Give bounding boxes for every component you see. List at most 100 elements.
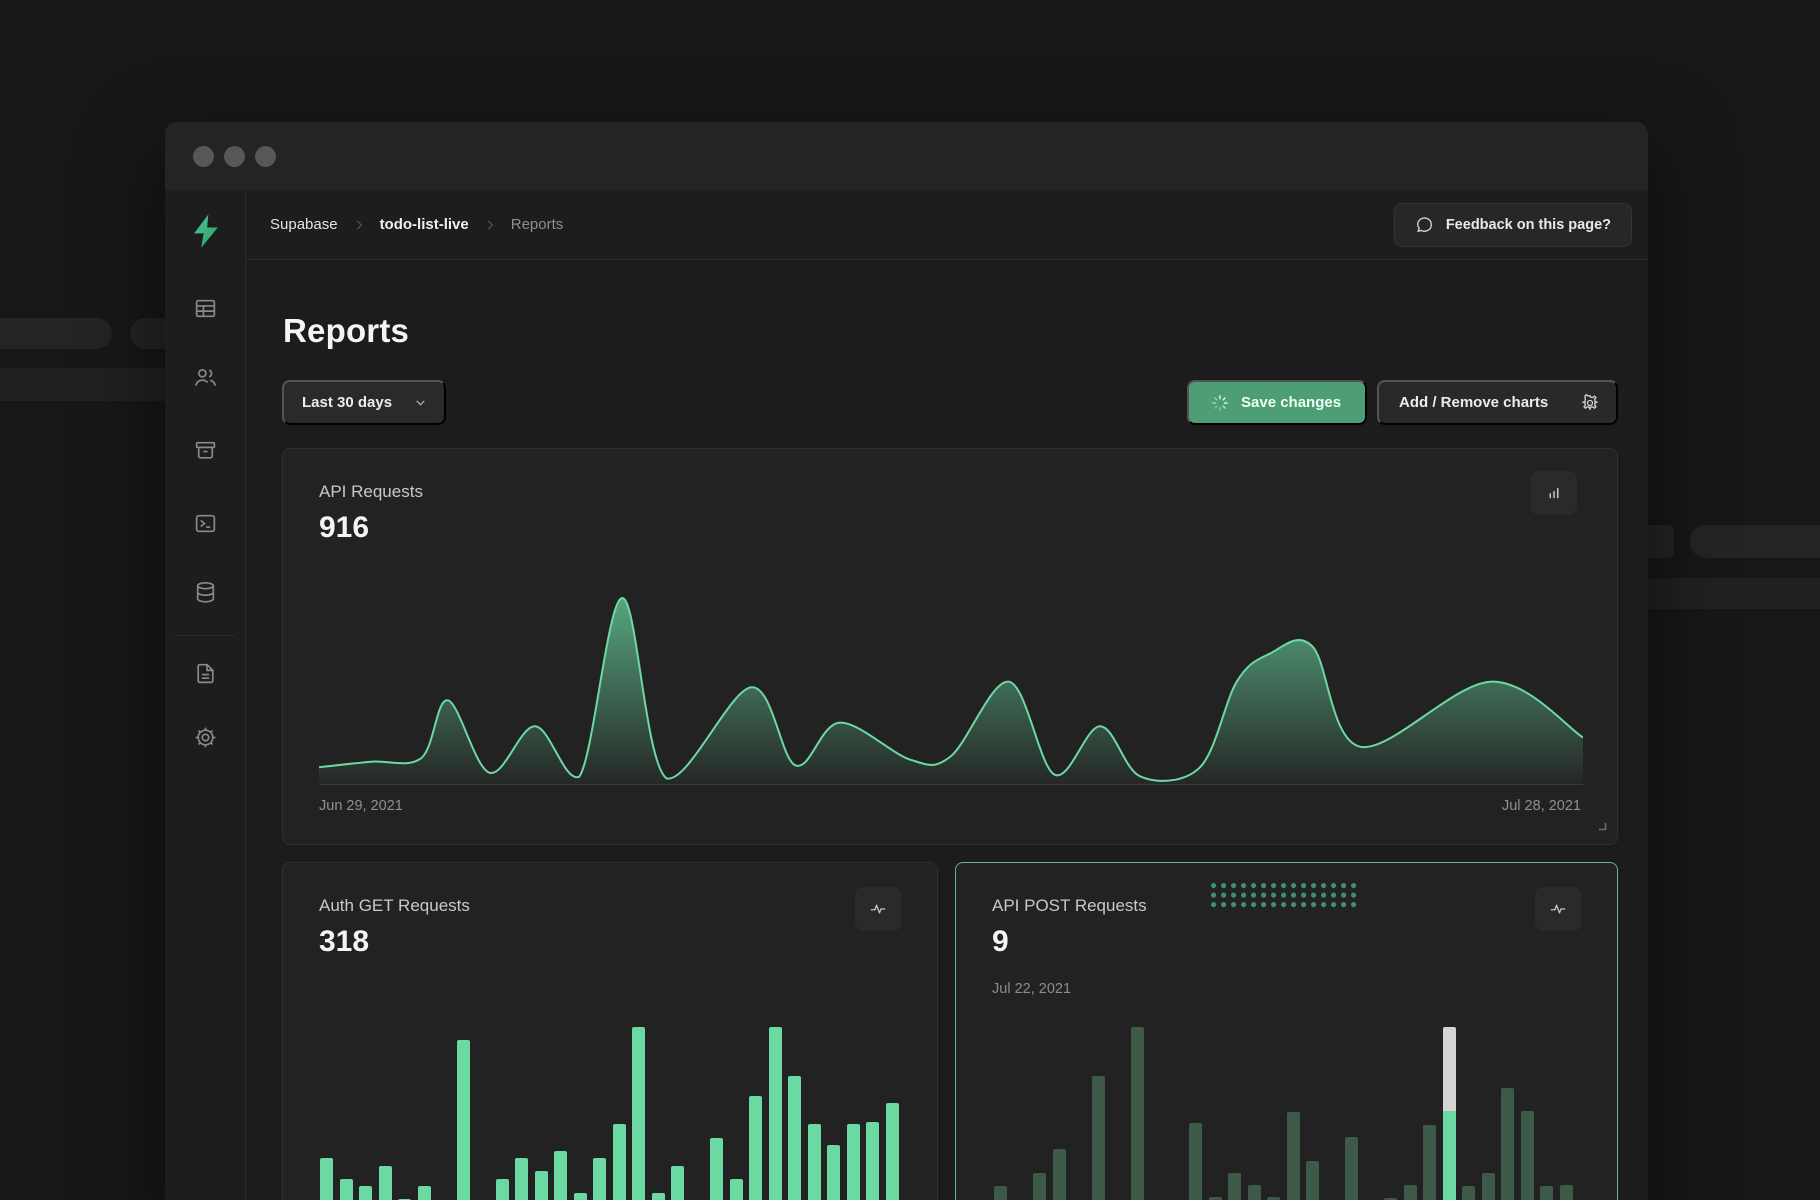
save-changes-label: Save changes [1241,394,1341,411]
bar [340,1179,353,1200]
card-auth-get-requests: Auth GET Requests 318 [282,862,938,1200]
chevron-down-icon [413,395,428,410]
bar [1423,1125,1436,1200]
chart-type-line-button[interactable] [1535,887,1581,931]
card-title: Auth GET Requests [319,896,470,916]
supabase-logo-icon[interactable] [187,212,225,250]
bar [1306,1161,1319,1200]
bg-skeleton-band [0,368,165,401]
bar [671,1166,684,1200]
bar [1287,1112,1300,1200]
bar [1462,1186,1475,1200]
card-title: API Requests [319,482,423,502]
card-api-post-requests: API POST Requests 9 Jul 22, 2021 [955,862,1618,1200]
bar [769,1027,782,1200]
feedback-button[interactable]: Feedback on this page? [1394,203,1632,247]
end-date-label: Jul 28, 2021 [1502,798,1581,814]
loader-spinner-icon [1211,394,1229,412]
bar [827,1145,840,1200]
bar [788,1076,801,1200]
bar [515,1158,528,1200]
bar [1053,1149,1066,1200]
window-control-minimize[interactable] [224,146,245,167]
sidebar-item-auth[interactable] [165,353,245,401]
bar [320,1158,333,1200]
bar [1033,1173,1046,1200]
save-changes-button[interactable]: Save changes [1187,380,1367,425]
date-range-dropdown[interactable]: Last 30 days [282,380,446,425]
bar [1521,1111,1534,1200]
bar [866,1122,879,1200]
bar [379,1166,392,1200]
window-control-close[interactable] [193,146,214,167]
bar-selected-green [1443,1111,1456,1200]
sidebar [165,190,246,1200]
bar [1228,1173,1241,1200]
bar [359,1186,372,1200]
sidebar-item-sql-editor[interactable] [165,499,245,547]
bar [1501,1088,1514,1200]
resize-handle-icon[interactable] [1596,818,1607,836]
bar [994,1186,1007,1200]
date-range-label: Last 30 days [302,394,392,411]
sidebar-item-table-editor[interactable] [165,284,245,332]
bar [886,1103,899,1200]
breadcrumb: Supabase todo-list-live Reports [270,216,563,233]
bar [593,1158,606,1200]
selected-date-label: Jul 22, 2021 [992,981,1071,997]
breadcrumb-org[interactable]: Supabase [270,216,338,233]
terminal-icon [193,511,218,536]
bar [457,1040,470,1200]
sidebar-item-storage[interactable] [165,426,245,474]
page-title: Reports [283,312,409,350]
api-requests-area-chart [319,594,1583,790]
card-title: API POST Requests [992,896,1147,916]
bar [1248,1185,1261,1200]
bar [1404,1185,1417,1200]
add-remove-charts-label: Add / Remove charts [1399,394,1548,411]
bar [632,1027,645,1200]
bar [1560,1185,1573,1200]
bar [1482,1173,1495,1200]
gear-icon [193,725,218,750]
database-icon [193,580,218,605]
card-value: 318 [319,925,369,959]
chart-type-line-button[interactable] [855,887,901,931]
sidebar-item-database[interactable] [165,568,245,616]
bar [613,1124,626,1200]
chart-type-bar-button[interactable] [1531,471,1577,515]
sidebar-item-settings[interactable] [165,713,245,761]
activity-pulse-icon [869,900,887,918]
bar [652,1193,665,1200]
window-control-maximize[interactable] [255,146,276,167]
bar [1345,1137,1358,1200]
bg-skeleton-pill [130,318,165,349]
bg-skeleton-band [1648,578,1820,609]
auth-get-bar-chart [320,869,912,1200]
bar [1540,1186,1553,1200]
dots-decoration [1211,883,1361,911]
desktop-background: Supabase todo-list-live Reports Feedback… [0,0,1820,1200]
bar [749,1096,762,1200]
top-header: Supabase todo-list-live Reports Feedback… [246,190,1648,260]
start-date-label: Jun 29, 2021 [319,798,403,814]
bar [847,1124,860,1200]
breadcrumb-page: Reports [511,216,564,233]
table-icon [193,296,218,321]
activity-pulse-icon [1549,900,1567,918]
card-value: 9 [992,925,1009,959]
api-requests-area-svg [319,594,1583,790]
sidebar-item-reports[interactable] [165,649,245,697]
bar [574,1193,587,1200]
breadcrumb-project[interactable]: todo-list-live [380,216,469,233]
file-text-icon [193,661,218,686]
add-remove-charts-button[interactable]: Add / Remove charts [1377,380,1618,425]
window-titlebar [165,122,1648,190]
card-api-requests: API Requests 916 Jun 29, 2021 Jul 28, 20… [282,448,1618,845]
sidebar-divider [175,635,235,636]
bar [496,1179,509,1200]
bar [554,1151,567,1200]
card-value: 916 [319,511,369,545]
bar [535,1171,548,1200]
bg-skeleton-pill [0,318,112,349]
